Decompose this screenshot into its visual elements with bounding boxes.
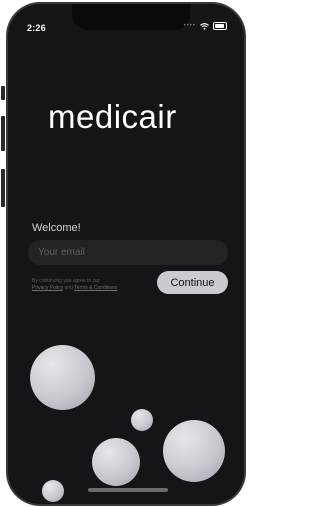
email-field[interactable] bbox=[28, 240, 228, 265]
side-button-volume-up bbox=[1, 116, 5, 151]
terms-link[interactable]: Terms & Conditions bbox=[74, 285, 117, 291]
medicair-logo: medicair bbox=[48, 98, 177, 135]
status-time: 2:26 bbox=[27, 23, 46, 33]
welcome-heading: Welcome! bbox=[32, 222, 81, 234]
bubble-decoration-medium bbox=[92, 438, 140, 486]
bubble-decoration-small bbox=[131, 409, 153, 431]
battery-icon bbox=[213, 22, 227, 30]
cellular-signal-icon: •••• bbox=[183, 23, 196, 29]
side-button-volume-down bbox=[1, 169, 5, 207]
bubble-decoration-bottom bbox=[42, 480, 64, 502]
side-button-mute bbox=[1, 86, 5, 100]
legal-and: and bbox=[64, 285, 73, 291]
legal-notice: By continuing you agree to our Privacy P… bbox=[32, 278, 156, 292]
bubble-decoration-right bbox=[163, 420, 225, 482]
continue-button[interactable]: Continue bbox=[157, 271, 228, 294]
privacy-policy-link[interactable]: Privacy Policy bbox=[32, 285, 63, 291]
notch bbox=[72, 4, 190, 30]
home-indicator bbox=[88, 488, 168, 492]
wifi-icon bbox=[200, 22, 209, 30]
legal-prefix: By continuing you agree to our bbox=[32, 278, 100, 284]
bubble-decoration-large bbox=[30, 345, 95, 410]
status-icons: •••• bbox=[184, 22, 227, 30]
